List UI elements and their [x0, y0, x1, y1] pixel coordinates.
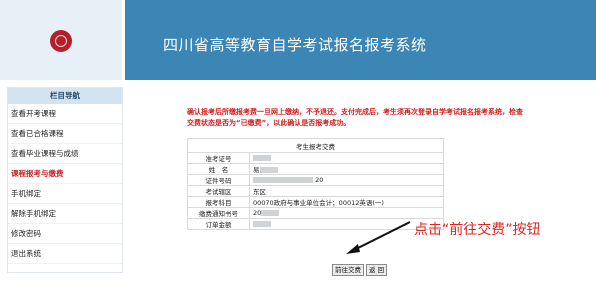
row-label: 姓 名 — [187, 163, 250, 175]
table-row: 准考证号 — [187, 152, 444, 164]
redacted-value — [253, 221, 271, 227]
row-value: 东区 — [249, 185, 444, 197]
sidebar-item-passed-courses[interactable]: 查看已合格课程 — [8, 124, 122, 144]
sidebar-item-graduation-scores[interactable]: 查看毕业课程与成绩 — [8, 144, 122, 164]
sidebar-item-change-password[interactable]: 修改密码 — [8, 224, 122, 244]
table-title: 考生报考交费 — [187, 138, 444, 153]
row-value: 20 — [249, 207, 444, 219]
redacted-value — [261, 210, 280, 216]
sidebar-item-logout[interactable]: 退出系统 — [8, 244, 122, 264]
row-label: 准考证号 — [187, 152, 250, 164]
row-label: 证件号码 — [187, 174, 250, 186]
redacted-value — [253, 177, 313, 183]
app-title: 四川省高等教育自学考试报名报考系统 — [163, 36, 427, 54]
table-row: 姓 名 易 — [187, 163, 444, 175]
row-value: 00070政府与事业单位会计；00012英语(一) — [249, 196, 444, 208]
sidebar-item-open-courses[interactable]: 查看开考课程 — [8, 104, 122, 124]
sidebar-title: 栏目导航 — [8, 88, 122, 104]
redacted-value — [253, 155, 271, 161]
table-row: 报考科目 00070政府与事业单位会计；00012英语(一) — [187, 196, 444, 208]
row-value — [249, 152, 444, 164]
table-row: 缴费通知书号 20 — [187, 207, 444, 219]
redacted-value — [259, 167, 278, 173]
pay-button[interactable]: 前往交费 — [332, 264, 364, 276]
row-label: 订单金额 — [187, 218, 250, 230]
instruction-annotation: 点击“前往交费”按钮 — [414, 222, 541, 238]
table-row: 考试辖区 东区 — [187, 185, 444, 197]
sidebar-item-unbind-phone[interactable]: 解除手机绑定 — [8, 204, 122, 224]
annotation-arrow-icon — [346, 221, 411, 254]
row-label: 报考科目 — [187, 196, 250, 208]
table-row: 证件号码 20 — [187, 174, 444, 186]
row-label: 考试辖区 — [187, 185, 250, 197]
row-value: 易 — [249, 163, 444, 175]
payment-notice: 确认报考后所缴报考费一旦网上缴纳，不予退还。支付完成后，考生须再次登录自学考试报… — [187, 108, 523, 127]
fee-info-table: 考生报考交费 准考证号 姓 名 易 证件号码 20 考试辖区 东区 报考科目 0… — [187, 138, 444, 230]
action-buttons: 前往交费返 回 — [332, 257, 389, 276]
sidebar-item-register-pay[interactable]: 课程报考与缴费 — [8, 164, 122, 184]
row-label: 缴费通知书号 — [187, 207, 250, 219]
emblem-logo-icon — [50, 30, 72, 52]
sidebar: 栏目导航 查看开考课程 查看已合格课程 查看毕业课程与成绩 课程报考与缴费 手机… — [7, 87, 123, 273]
app-header: 四川省高等教育自学考试报名报考系统 — [0, 0, 596, 80]
back-button[interactable]: 返 回 — [366, 264, 388, 276]
sidebar-item-bind-phone[interactable]: 手机绑定 — [8, 184, 122, 204]
logo-area — [0, 0, 122, 80]
title-bar: 四川省高等教育自学考试报名报考系统 — [125, 0, 596, 80]
row-value: 20 — [249, 174, 444, 186]
